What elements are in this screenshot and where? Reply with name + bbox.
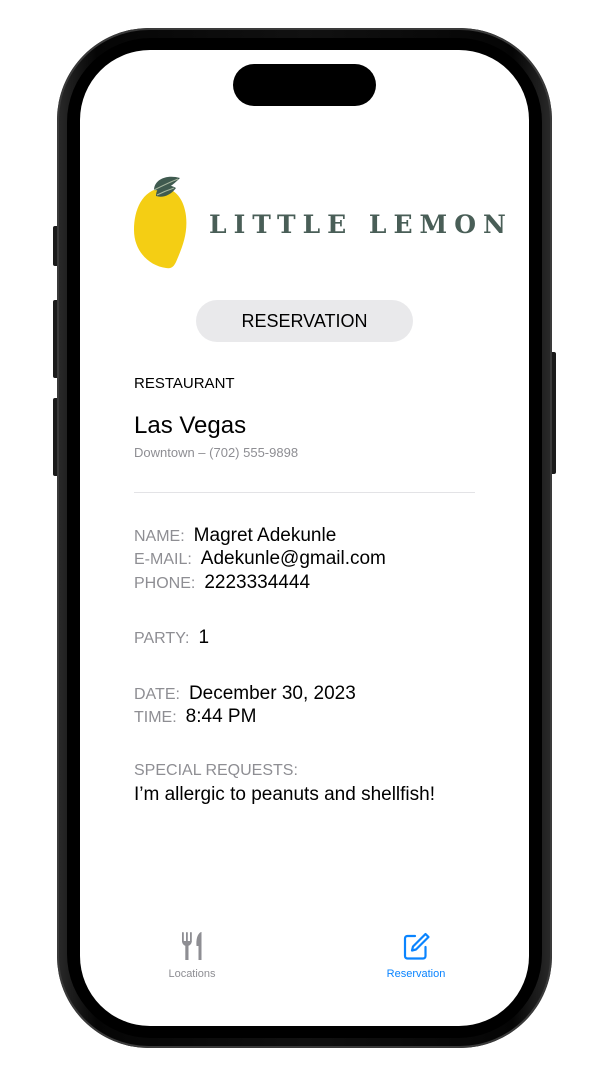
special-requests-label: SPECIAL REQUESTS:: [134, 762, 298, 779]
phone-label: PHONE:: [134, 575, 196, 592]
party-row: PARTY: 1: [134, 627, 209, 649]
tab-reservation-label: Reservation: [386, 968, 446, 980]
time-label: TIME:: [134, 709, 177, 726]
brand-name: LITTLE LEMON: [209, 210, 513, 239]
restaurant-section-label: RESTAURANT: [134, 375, 235, 392]
app-screen: LITTLE LEMON RESERVATION RESTAURANT Las …: [80, 50, 529, 1026]
date-row: DATE: December 30, 2023: [134, 683, 356, 705]
email-row: E-MAIL: Adekunle@gmail.com: [134, 548, 386, 570]
phone-value: 2223334444: [204, 572, 311, 593]
party-value: 1: [198, 627, 210, 648]
time-value: 8:44 PM: [185, 706, 257, 727]
name-label: NAME:: [134, 528, 185, 545]
tab-locations-label: Locations: [168, 968, 216, 980]
divider: [134, 492, 475, 493]
special-requests-value: I’m allergic to peanuts and shellfish!: [134, 784, 435, 805]
reservation-button[interactable]: RESERVATION: [196, 300, 413, 342]
name-value: Magret Adekunle: [193, 525, 337, 546]
party-label: PARTY:: [134, 630, 190, 647]
lemon-logo-icon: [134, 176, 187, 269]
time-row: TIME: 8:44 PM: [134, 706, 256, 728]
date-label: DATE:: [134, 686, 180, 703]
restaurant-city: Las Vegas: [134, 412, 247, 439]
phone-row: PHONE: 2223334444: [134, 572, 310, 594]
email-value: Adekunle@gmail.com: [200, 548, 386, 569]
dynamic-island: [233, 64, 376, 106]
tab-locations[interactable]: Locations: [132, 930, 252, 990]
fork-knife-icon: [182, 932, 202, 960]
email-label: E-MAIL:: [134, 551, 192, 568]
name-row: NAME: Magret Adekunle: [134, 525, 336, 547]
device-frame: LITTLE LEMON RESERVATION RESTAURANT Las …: [0, 0, 616, 1082]
tab-reservation[interactable]: Reservation: [356, 930, 476, 990]
date-value: December 30, 2023: [188, 683, 356, 704]
square-pencil-icon: [403, 932, 430, 960]
restaurant-location-phone: Downtown – (702) 555-9898: [134, 445, 299, 460]
